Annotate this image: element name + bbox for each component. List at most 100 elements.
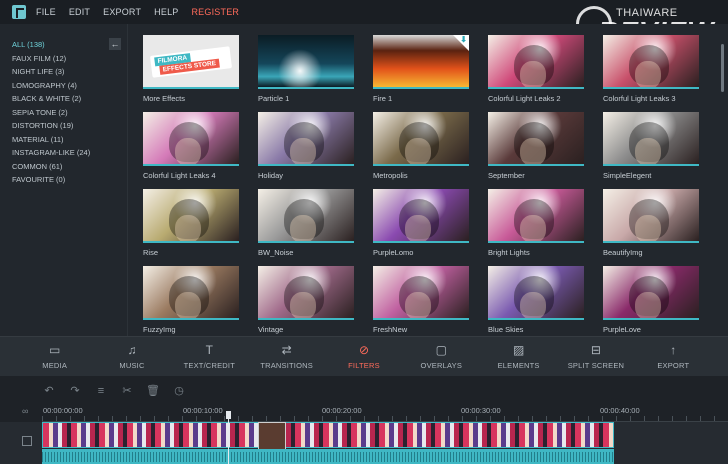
filter-tile[interactable]: BeautifyImg <box>603 189 699 257</box>
filter-thumbnail[interactable] <box>373 112 469 166</box>
filter-tile[interactable]: BW_Noise <box>258 189 354 257</box>
category-item[interactable]: FAVOURITE (0) <box>12 173 90 187</box>
filter-thumbnail[interactable] <box>373 266 469 320</box>
filters-icon: ⊘ <box>358 343 369 357</box>
timecode-label: 00:00:00:00 <box>43 406 83 415</box>
filter-tile[interactable]: Metropolis <box>373 112 469 180</box>
tool-label: ELEMENTS <box>497 361 540 370</box>
filter-thumbnail[interactable] <box>258 266 354 320</box>
particle-burst <box>278 49 322 87</box>
menu-export[interactable]: EXPORT <box>103 7 141 17</box>
filter-thumbnail[interactable] <box>143 189 239 243</box>
playhead-line <box>228 414 229 464</box>
menu-register[interactable]: REGISTER <box>191 7 239 17</box>
category-item[interactable]: FAUX FILM (12) <box>12 52 90 66</box>
filter-tile[interactable]: Blue Skies <box>488 266 584 334</box>
filter-tile[interactable]: Bright Lights <box>488 189 584 257</box>
filter-thumbnail[interactable] <box>488 266 584 320</box>
cut-icon[interactable]: ✂ <box>118 382 136 400</box>
filter-tile[interactable]: PurpleLomo <box>373 189 469 257</box>
category-item[interactable]: SEPIA TONE (2) <box>12 106 90 120</box>
filter-tile[interactable]: ⬇ Fire 1 <box>373 35 469 103</box>
filter-thumbnail[interactable] <box>143 112 239 166</box>
subject-face <box>175 138 201 164</box>
tool-filters[interactable]: ⊘ FILTERS <box>327 343 401 370</box>
duration-icon[interactable]: ◷ <box>170 382 188 400</box>
filter-label: More Effects <box>143 94 185 103</box>
timeline-ruler[interactable]: ∞ 00:00:00:00 00:00:10:00 00:00:20:00 00:00… <box>0 404 728 422</box>
filter-tile[interactable]: Colorful Light Leaks 4 <box>143 112 239 180</box>
tool-export[interactable]: ↑ EXPORT <box>636 343 710 370</box>
filter-thumbnail[interactable] <box>488 35 584 89</box>
filter-thumbnail[interactable] <box>603 35 699 89</box>
delete-icon[interactable]: 🗑 <box>144 382 162 400</box>
transitions-icon: ⇄ <box>281 343 292 357</box>
tool-media[interactable]: ▭ MEDIA <box>18 343 92 370</box>
filter-thumbnail[interactable] <box>373 189 469 243</box>
undo-icon[interactable]: ↶ <box>40 382 58 400</box>
collapse-sidebar-button[interactable]: ← <box>109 38 121 50</box>
filter-tile[interactable]: Colorful Light Leaks 3 <box>603 35 699 103</box>
timecode-label: 00:00:20:00 <box>322 406 362 415</box>
grid-scrollbar[interactable] <box>721 44 724 92</box>
tool-split-screen[interactable]: ⊟ SPLIT SCREEN <box>559 343 633 370</box>
filter-thumbnail[interactable] <box>258 112 354 166</box>
selected-clip[interactable] <box>258 422 286 452</box>
filter-tile[interactable]: FreshNew <box>373 266 469 334</box>
category-item[interactable]: NIGHT LIFE (3) <box>12 65 90 79</box>
category-item[interactable]: ALL (138) <box>12 38 90 52</box>
filter-tile[interactable]: Vintage <box>258 266 354 334</box>
filter-thumbnail[interactable]: FILMORA EFFECTS STORE <box>143 35 239 89</box>
tool-overlays[interactable]: ▢ OVERLAYS <box>404 343 478 370</box>
music-note-icon: ♫ <box>127 343 137 357</box>
tool-text-credit[interactable]: T TEXT/CREDIT <box>172 343 246 370</box>
menu-file[interactable]: FILE <box>36 7 56 17</box>
filter-tile[interactable]: Particle 1 <box>258 35 354 103</box>
download-arrow-icon[interactable]: ⬇ <box>460 35 467 44</box>
filter-thumbnail[interactable] <box>488 189 584 243</box>
category-item[interactable]: BLACK & WHITE (2) <box>12 92 90 106</box>
subject-face <box>405 292 431 318</box>
filter-grid: FILMORA EFFECTS STORE More Effects Particle… <box>129 24 728 336</box>
filter-tile[interactable]: Rise <box>143 189 239 257</box>
menu-help[interactable]: HELP <box>154 7 178 17</box>
filter-label: PurpleLove <box>603 325 641 334</box>
menu-edit[interactable]: EDIT <box>69 7 90 17</box>
tool-label: TEXT/CREDIT <box>183 361 235 370</box>
redo-icon[interactable]: ↷ <box>66 382 84 400</box>
filter-thumbnail[interactable]: ⬇ <box>373 35 469 89</box>
filter-tile[interactable]: SimpleElegent <box>603 112 699 180</box>
filter-thumbnail[interactable] <box>143 266 239 320</box>
category-item[interactable]: COMMON (61) <box>12 160 90 174</box>
subject-face <box>520 61 546 87</box>
filter-label: Rise <box>143 248 159 257</box>
video-clip-strip[interactable] <box>42 422 614 448</box>
filter-tile[interactable]: Colorful Light Leaks 2 <box>488 35 584 103</box>
subject-face <box>290 215 316 241</box>
filter-thumbnail[interactable] <box>488 112 584 166</box>
filter-thumbnail[interactable] <box>258 35 354 89</box>
link-icon[interactable]: ∞ <box>22 406 28 416</box>
filter-tile[interactable]: September <box>488 112 584 180</box>
tool-transitions[interactable]: ⇄ TRANSITIONS <box>250 343 324 370</box>
subject-face <box>290 292 316 318</box>
category-item[interactable]: LOMOGRAPHY (4) <box>12 79 90 93</box>
tool-elements[interactable]: ▨ ELEMENTS <box>482 343 556 370</box>
filter-tile[interactable]: Holiday <box>258 112 354 180</box>
category-item[interactable]: MATERIAL (11) <box>12 133 90 147</box>
tool-music[interactable]: ♫ MUSIC <box>95 343 169 370</box>
filter-thumbnail[interactable] <box>603 112 699 166</box>
filter-thumbnail[interactable] <box>603 266 699 320</box>
adjust-icon[interactable]: ≡ <box>92 382 110 400</box>
category-item[interactable]: DISTORTION (19) <box>12 119 90 133</box>
filter-label: Vintage <box>258 325 284 334</box>
filter-label: Colorful Light Leaks 3 <box>603 94 676 103</box>
filter-thumbnail[interactable] <box>258 189 354 243</box>
tool-label: MEDIA <box>42 361 68 370</box>
category-item[interactable]: INSTAGRAM-LIKE (24) <box>12 146 90 160</box>
filter-thumbnail[interactable] <box>603 189 699 243</box>
filter-tile[interactable]: FuzzyImg <box>143 266 239 334</box>
filter-tile[interactable]: PurpleLove <box>603 266 699 334</box>
filter-tile[interactable]: FILMORA EFFECTS STORE More Effects <box>143 35 239 103</box>
subject-face <box>175 292 201 318</box>
